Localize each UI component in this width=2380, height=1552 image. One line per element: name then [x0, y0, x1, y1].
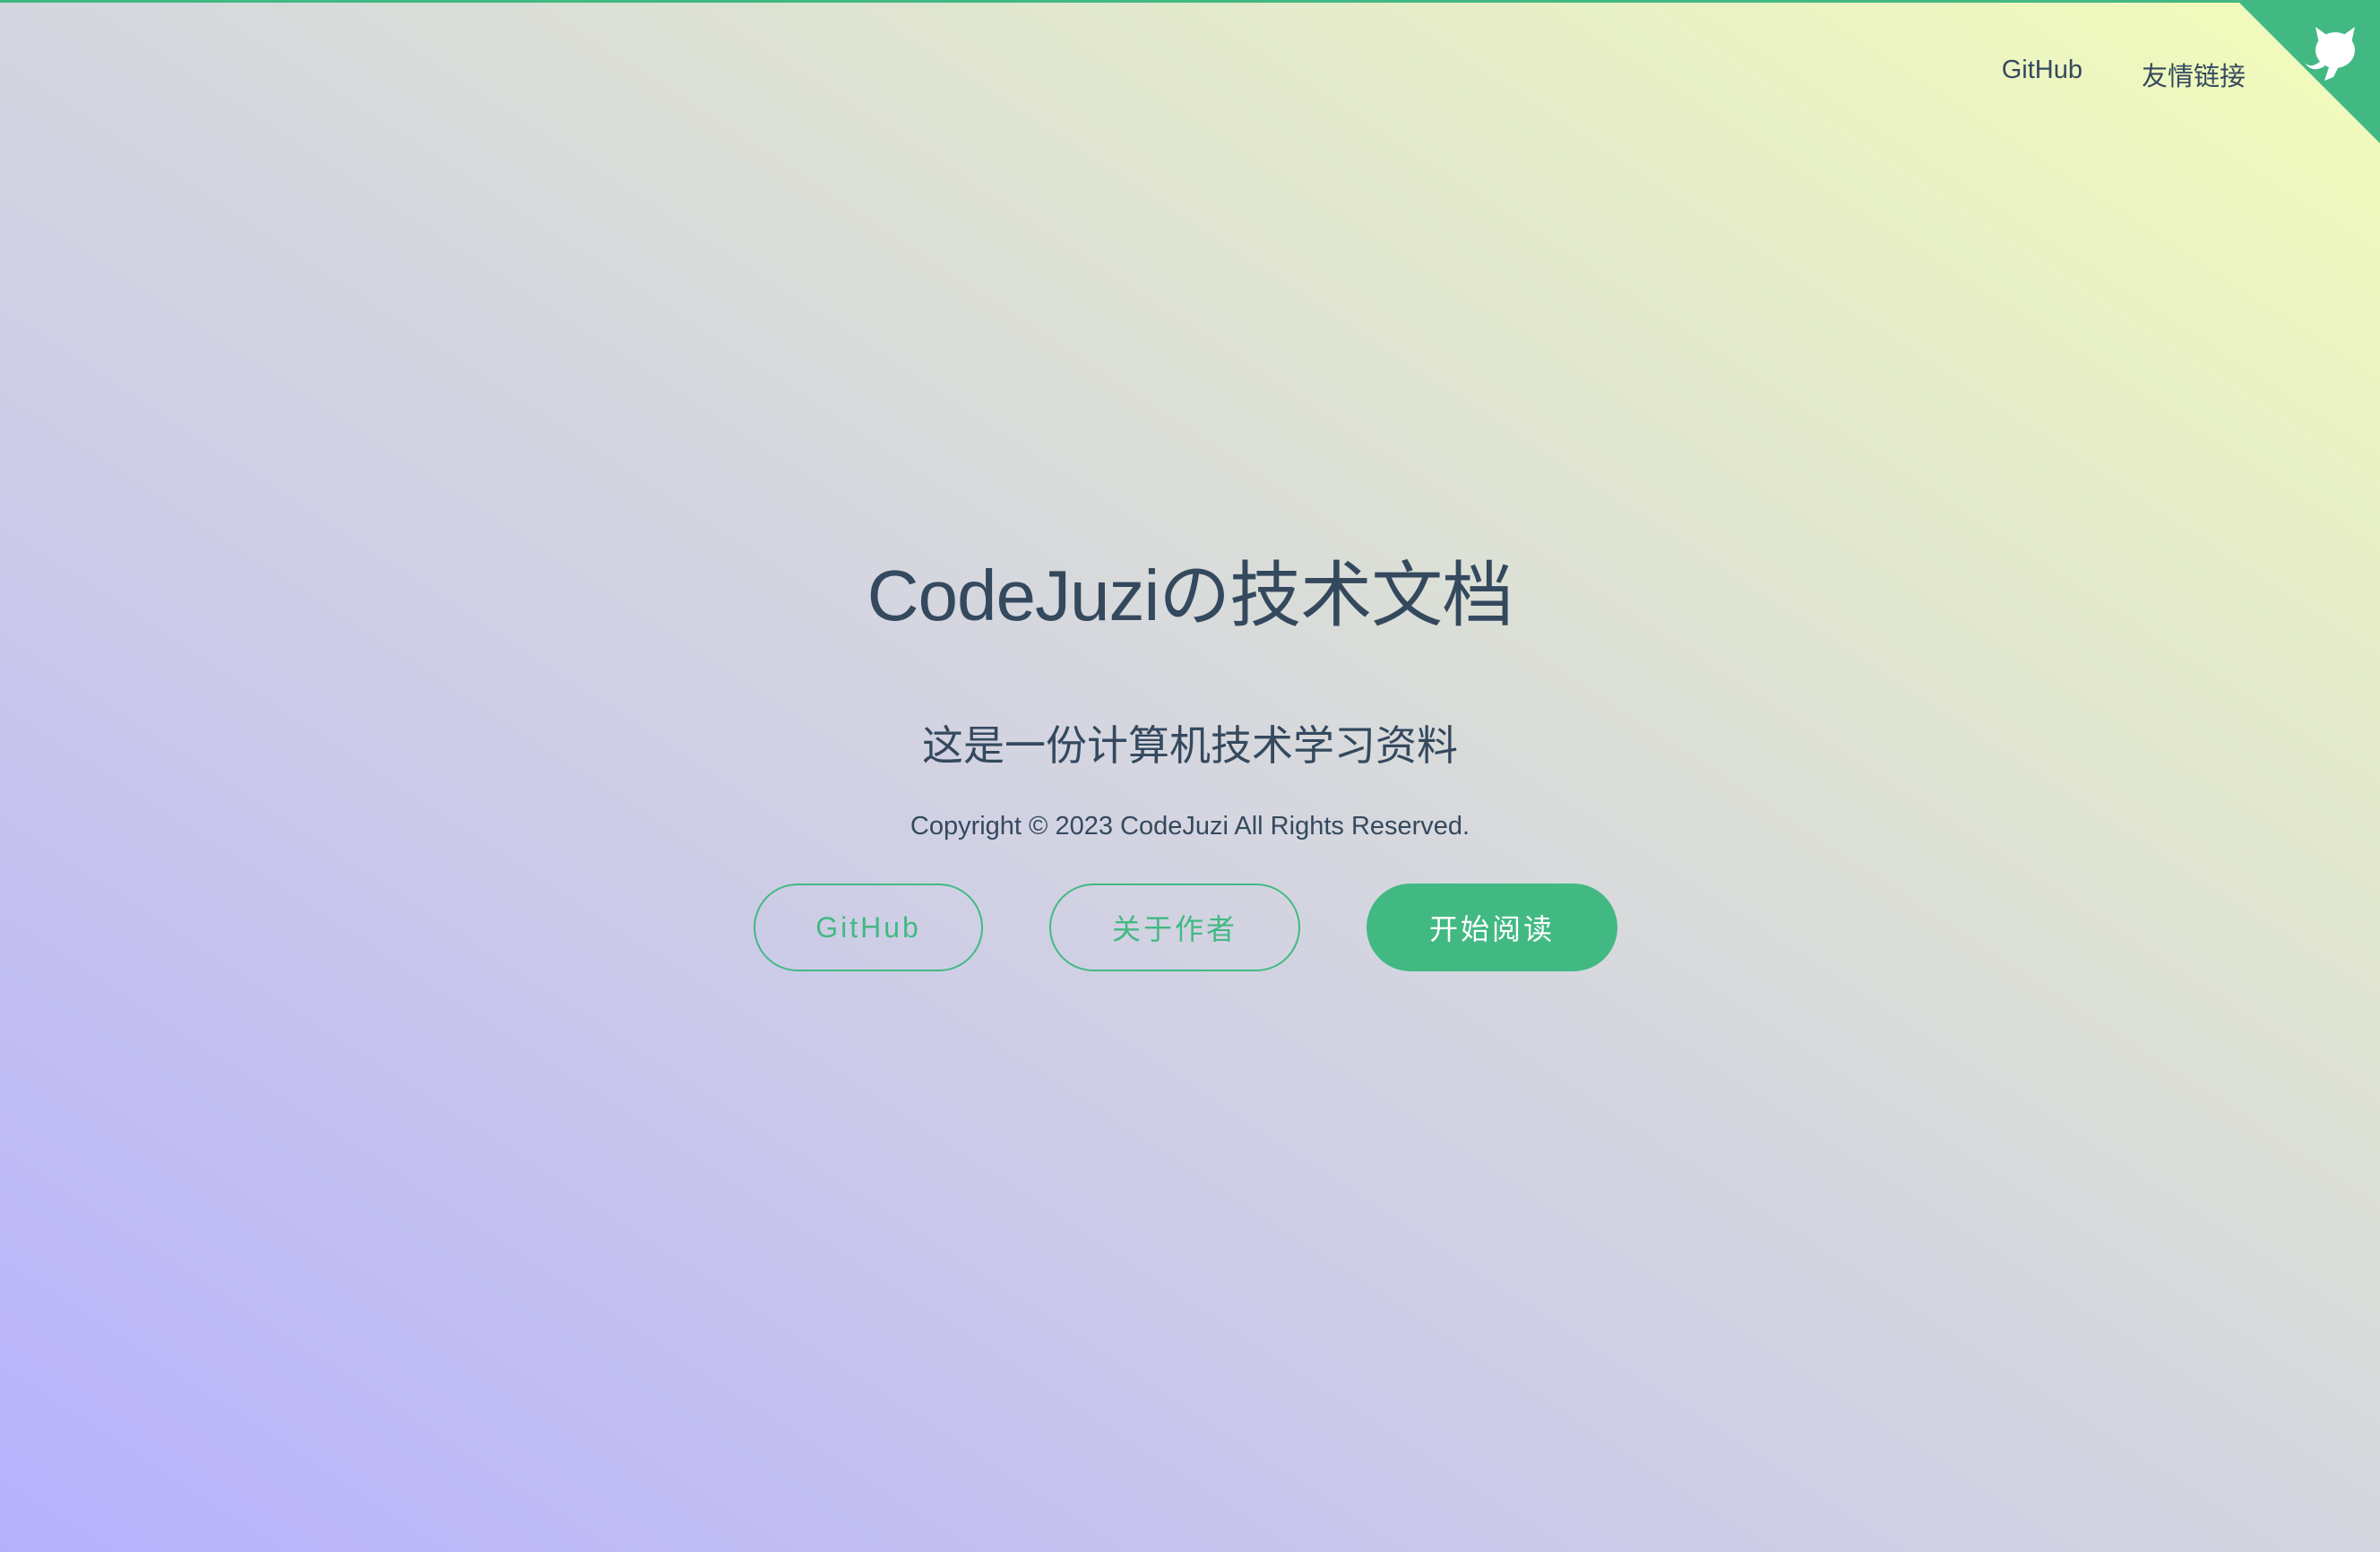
github-octocat-icon: [2237, 0, 2380, 143]
github-corner[interactable]: [2237, 0, 2380, 143]
top-accent-line: [0, 0, 2380, 3]
top-nav: GitHub 友情链接: [2002, 56, 2246, 93]
nav-link-github[interactable]: GitHub: [2002, 56, 2082, 93]
page-title: CodeJuziの技术文档: [867, 556, 1514, 635]
nav-link-friend-links[interactable]: 友情链接: [2142, 56, 2246, 93]
github-button[interactable]: GitHub: [754, 884, 983, 971]
cover-buttons: GitHub 关于作者 开始阅读: [0, 884, 2380, 971]
copyright-text: Copyright © 2023 CodeJuzi All Rights Res…: [910, 812, 1470, 841]
cover-section: CodeJuziの技术文档 这是一份计算机技术学习资料 Copyright © …: [0, 547, 2380, 971]
about-author-button[interactable]: 关于作者: [1049, 884, 1300, 971]
start-reading-button[interactable]: 开始阅读: [1367, 884, 1617, 971]
page-subtitle: 这是一份计算机技术学习资料: [922, 722, 1458, 769]
